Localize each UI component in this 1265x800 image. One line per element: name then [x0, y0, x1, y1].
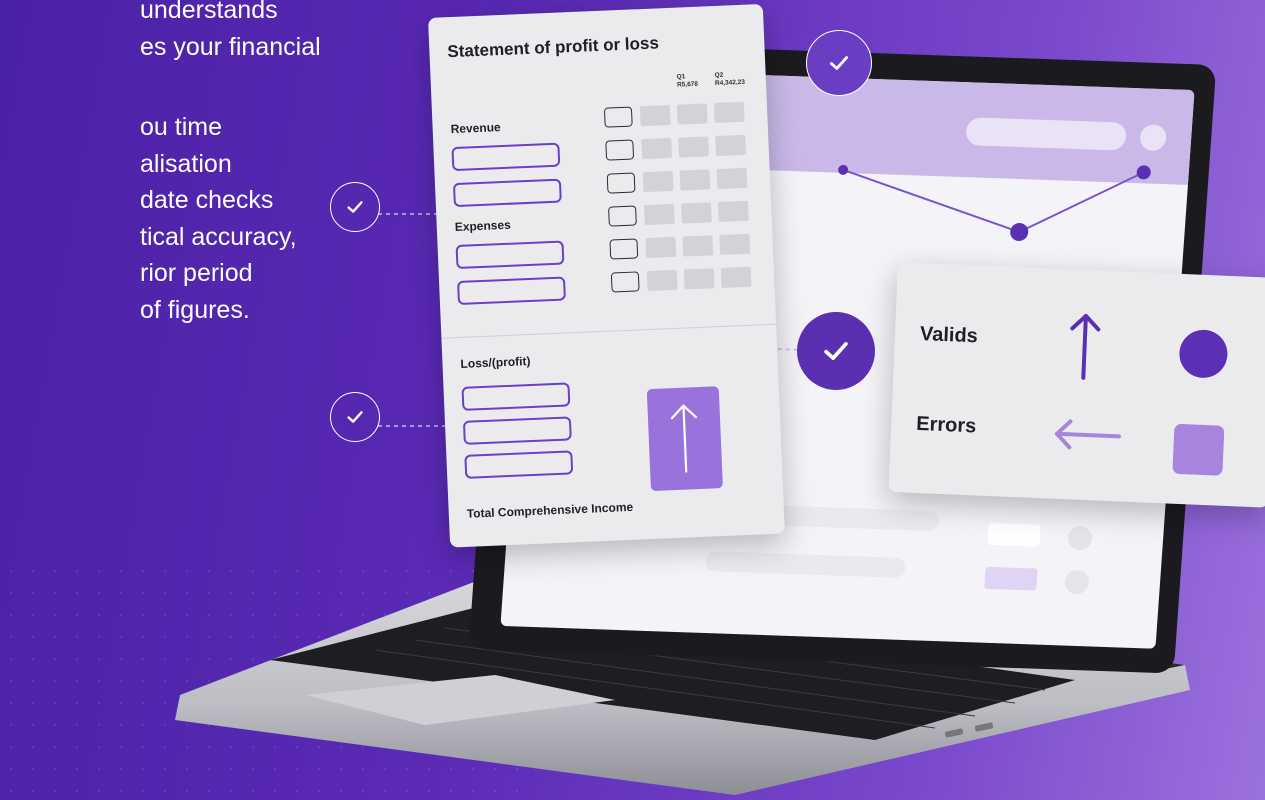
errors-label: Errors	[915, 412, 977, 438]
arrow-up-icon	[1070, 313, 1101, 380]
total-label: Total Comprehensive Income	[466, 499, 634, 521]
row-checkbox[interactable]	[610, 271, 640, 293]
valids-label: Valids	[919, 322, 979, 348]
value-cell	[713, 101, 745, 124]
q2-header: Q2 R4,342,23	[714, 71, 746, 88]
loss-input[interactable]	[462, 416, 572, 445]
value-cell	[719, 233, 751, 255]
check-icon	[824, 342, 848, 360]
loss-input[interactable]	[464, 450, 574, 479]
row-checkbox[interactable]	[608, 205, 637, 227]
value-cell	[715, 134, 747, 157]
value-cell	[717, 200, 749, 223]
value-cell	[642, 170, 674, 193]
row-checkbox[interactable]	[603, 106, 633, 128]
value-cell	[639, 104, 671, 127]
value-cell	[716, 167, 748, 190]
row-checkbox[interactable]	[609, 238, 639, 260]
arrow-tile	[646, 386, 723, 492]
check-badge-top	[806, 30, 872, 96]
loss-input[interactable]	[461, 382, 571, 411]
q1-header: Q1 R5,678	[676, 73, 699, 89]
value-cell	[678, 136, 710, 158]
value-cell	[720, 266, 752, 288]
value-cell	[680, 202, 712, 224]
check-badge-main	[797, 312, 875, 390]
check-icon	[347, 201, 363, 213]
check-badge-expenses	[330, 182, 380, 232]
expenses-label: Expenses	[454, 217, 512, 235]
check-badge-loss	[330, 392, 380, 442]
arrow-left-icon	[1054, 419, 1121, 450]
arrow-up-icon	[670, 404, 698, 473]
revenue-label: Revenue	[450, 120, 501, 137]
value-cell	[683, 268, 715, 290]
loss-label: Loss/(profit)	[460, 354, 531, 371]
legend-card: Valids Errors	[888, 262, 1265, 508]
row-checkbox[interactable]	[606, 172, 636, 194]
statement-title: Statement of profit or loss	[447, 33, 660, 62]
value-cell	[641, 137, 673, 160]
check-icon	[347, 411, 363, 423]
expenses-input[interactable]	[457, 276, 566, 305]
value-cell	[676, 103, 708, 125]
error-square	[1172, 423, 1225, 476]
value-cell	[644, 203, 675, 226]
expenses-input[interactable]	[455, 240, 565, 270]
value-cell	[645, 236, 677, 259]
divider	[441, 323, 777, 339]
value-cell	[682, 235, 714, 257]
value-cell	[646, 269, 678, 292]
statement-card: Statement of profit or loss Q1 R5,678 Q2 R…	[428, 3, 785, 548]
value-cell	[679, 169, 711, 191]
row-checkbox[interactable]	[605, 139, 635, 161]
revenue-input[interactable]	[452, 178, 562, 208]
revenue-input[interactable]	[451, 142, 561, 172]
check-icon	[830, 56, 848, 70]
valid-dot	[1178, 328, 1229, 379]
